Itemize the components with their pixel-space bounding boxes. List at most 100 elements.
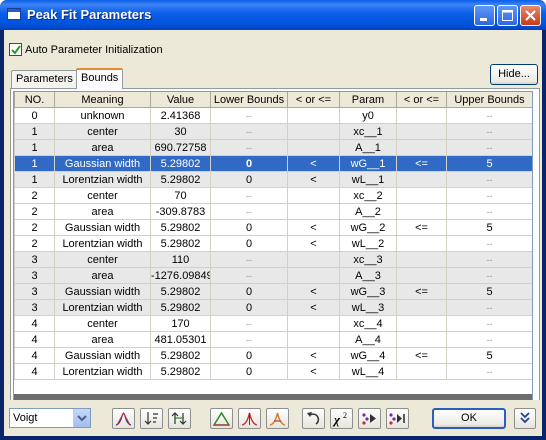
row-upper-op[interactable] [396,139,447,156]
row-upper-bound[interactable]: -- [446,331,532,348]
arrows-button[interactable] [168,408,191,429]
row-lower-bound[interactable]: -- [210,139,288,156]
row-value[interactable]: 110 [150,251,211,268]
row-lower-op[interactable] [287,267,340,284]
table-row[interactable]: 3 center 110 -- xc__3 -- [14,251,532,268]
row-upper-bound[interactable]: -- [446,139,532,156]
step-all-button[interactable] [386,408,409,429]
tab-bounds[interactable]: Bounds [76,68,124,89]
row-value[interactable]: 5.29802 [150,155,211,172]
row-value[interactable]: 5.29802 [150,347,211,364]
row-upper-op[interactable]: <= [396,347,447,364]
row-lower-bound[interactable]: 0 [210,219,288,236]
table-row[interactable]: 1 center 30 -- xc__1 -- [14,123,532,140]
fit-green-button[interactable] [210,408,233,429]
row-upper-op[interactable] [396,171,447,188]
row-upper-bound[interactable]: -- [446,315,532,332]
row-lower-bound[interactable]: 0 [210,155,288,172]
row-value[interactable]: 170 [150,315,211,332]
row-lower-op[interactable] [287,187,340,204]
row-upper-bound[interactable]: -- [446,123,532,140]
table-row[interactable]: 2 Gaussian width 5.29802 0 < wG__2 <= 5 [14,219,532,236]
row-value[interactable]: 30 [150,123,211,140]
minimize-button[interactable] [474,5,495,26]
row-upper-bound[interactable]: 5 [446,283,532,300]
col-header-meaning[interactable]: Meaning [54,92,151,108]
row-upper-op[interactable] [396,251,447,268]
chevron-down-icon[interactable] [73,409,90,427]
row-upper-bound[interactable]: -- [446,187,532,204]
row-lower-bound[interactable]: -- [210,251,288,268]
row-upper-op[interactable] [396,107,447,124]
row-upper-op[interactable] [396,331,447,348]
close-button[interactable] [520,5,541,26]
row-value[interactable]: 5.29802 [150,299,211,316]
table-row[interactable]: 0 unknown 2.41368 -- y0 -- [14,107,532,124]
row-upper-bound[interactable]: 5 [446,347,532,364]
row-upper-op[interactable] [396,123,447,140]
row-lower-bound[interactable]: 0 [210,299,288,316]
row-lower-op[interactable] [287,139,340,156]
row-lower-bound[interactable]: -- [210,203,288,220]
row-lower-op[interactable]: < [287,363,340,380]
table-row[interactable]: 4 area 481.05301 -- A__4 -- [14,331,532,348]
chi-square-button[interactable]: χ2 [330,408,353,429]
table-row[interactable]: 2 area -309.8783 -- A__2 -- [14,203,532,220]
row-lower-bound[interactable]: 0 [210,363,288,380]
row-upper-op[interactable] [396,203,447,220]
row-lower-op[interactable]: < [287,155,340,172]
row-lower-bound[interactable]: -- [210,187,288,204]
row-upper-op[interactable] [396,315,447,332]
row-lower-op[interactable] [287,251,340,268]
row-upper-bound[interactable]: -- [446,107,532,124]
row-value[interactable]: 5.29802 [150,363,211,380]
step-button[interactable] [358,408,381,429]
maximize-button[interactable] [497,5,518,26]
row-lower-bound[interactable]: -- [210,331,288,348]
table-row[interactable]: 1 area 690.72758 -- A__1 -- [14,139,532,156]
row-lower-op[interactable] [287,203,340,220]
sort-button[interactable] [140,408,163,429]
col-header-upper-op[interactable]: < or <= [396,92,447,108]
row-lower-op[interactable] [287,315,340,332]
row-lower-op[interactable]: < [287,283,340,300]
row-upper-bound[interactable]: 5 [446,219,532,236]
row-value[interactable]: 5.29802 [150,235,211,252]
title-bar[interactable]: Peak Fit Parameters [0,0,546,30]
row-lower-bound[interactable]: -- [210,267,288,284]
row-upper-op[interactable]: <= [396,155,447,172]
row-lower-op[interactable] [287,123,340,140]
row-lower-op[interactable]: < [287,235,340,252]
row-upper-op[interactable] [396,267,447,284]
row-value[interactable]: -309.8783 [150,203,211,220]
row-lower-bound[interactable]: -- [210,315,288,332]
col-header-lower-bounds[interactable]: Lower Bounds [210,92,288,108]
col-header-no[interactable]: NO. [14,92,55,108]
table-row[interactable]: 1 Gaussian width 5.29802 0 < wG__1 <= 5 [14,155,532,172]
row-upper-bound[interactable]: -- [446,299,532,316]
row-upper-bound[interactable]: -- [446,171,532,188]
row-upper-op[interactable] [396,363,447,380]
row-upper-op[interactable]: <= [396,283,447,300]
expand-button[interactable] [514,408,536,429]
row-lower-bound[interactable]: 0 [210,171,288,188]
row-upper-bound[interactable]: -- [446,203,532,220]
row-value[interactable]: 5.29802 [150,219,211,236]
table-row[interactable]: 3 Gaussian width 5.29802 0 < wG__3 <= 5 [14,283,532,300]
col-header-value[interactable]: Value [150,92,211,108]
col-header-upper-bounds[interactable]: Upper Bounds [446,92,532,108]
function-select[interactable]: Voigt [9,408,91,428]
row-lower-bound[interactable]: 0 [210,283,288,300]
peak-fit-button[interactable] [112,408,135,429]
fit-orange-button[interactable] [266,408,289,429]
row-upper-bound[interactable]: -- [446,363,532,380]
row-upper-op[interactable] [396,187,447,204]
ok-button[interactable]: OK [432,408,506,429]
col-header-param[interactable]: Param [339,92,397,108]
row-upper-bound[interactable]: 5 [446,155,532,172]
tab-parameters[interactable]: Parameters [11,70,78,88]
row-lower-op[interactable]: < [287,171,340,188]
row-lower-op[interactable]: < [287,299,340,316]
table-row[interactable]: 4 Gaussian width 5.29802 0 < wG__4 <= 5 [14,347,532,364]
hide-button[interactable]: Hide... [490,64,538,85]
